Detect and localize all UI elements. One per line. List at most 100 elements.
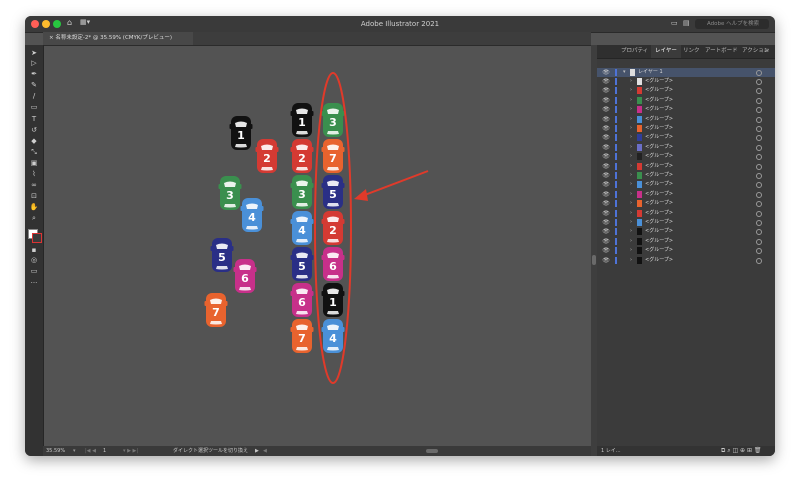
visibility-eye-icon[interactable]: 👁	[601, 190, 611, 199]
zoom-tool-icon[interactable]: ⌕	[29, 214, 39, 222]
panel-tab-2[interactable]: リンク	[679, 45, 704, 58]
stroke-color-swatch[interactable]	[32, 233, 42, 243]
layer-row-group[interactable]: 👁 › <グループ>	[597, 77, 775, 86]
expand-chevron-icon[interactable]: ›	[630, 171, 632, 180]
layer-row-group[interactable]: 👁 › <グループ>	[597, 180, 775, 189]
visibility-eye-icon[interactable]: 👁	[601, 143, 611, 152]
expand-chevron-icon[interactable]: ›	[630, 199, 632, 208]
target-circle-icon[interactable]	[756, 229, 762, 236]
layer-row-group[interactable]: 👁 › <グループ>	[597, 133, 775, 142]
panel-menu-icon[interactable]: ≡	[764, 47, 769, 54]
draw-mode-icon[interactable]: ◎	[29, 256, 39, 264]
target-circle-icon[interactable]	[756, 238, 762, 245]
document-tab[interactable]: × 名称未設定-2* @ 35.59% (CMYK/プレビュー)	[43, 32, 193, 45]
visibility-eye-icon[interactable]: 👁	[601, 227, 611, 236]
visibility-eye-icon[interactable]: 👁	[601, 199, 611, 208]
eyedropper-tool-icon[interactable]: ⌇	[29, 170, 39, 178]
gradient-tool-icon[interactable]: ▣	[29, 159, 39, 167]
panel-footer-actions-icon[interactable]: ⧉ ⌕ ◫ ⊕ ⊞ 🗑	[721, 446, 762, 456]
panel-tab-0[interactable]: プロパティ	[617, 45, 652, 58]
status-menu-icon[interactable]: ▶	[255, 446, 259, 456]
hand-tool-icon[interactable]: ✋	[29, 203, 39, 211]
visibility-eye-icon[interactable]: 👁	[601, 77, 611, 86]
visibility-eye-icon[interactable]: 👁	[601, 133, 611, 142]
expand-chevron-icon[interactable]: ›	[630, 115, 632, 124]
visibility-eye-icon[interactable]: 👁	[601, 152, 611, 161]
visibility-eye-icon[interactable]: 👁	[601, 209, 611, 218]
artboard-number[interactable]: 1	[103, 446, 106, 456]
target-circle-icon[interactable]	[756, 70, 762, 76]
target-circle-icon[interactable]	[756, 107, 762, 114]
expand-chevron-icon[interactable]: ›	[630, 152, 632, 161]
color-mode-icon[interactable]: ▪	[29, 246, 39, 254]
horizontal-scroll-left-icon[interactable]: ◀	[263, 446, 267, 456]
brush-tool-icon[interactable]: /	[29, 92, 39, 100]
target-circle-icon[interactable]	[756, 154, 762, 161]
screen-mode-icon[interactable]: ▭	[29, 267, 39, 275]
expand-chevron-icon[interactable]: ›	[630, 77, 632, 86]
help-search-input[interactable]: Adobe ヘルプを検索	[695, 19, 769, 29]
blend-tool-icon[interactable]: ∞	[29, 181, 39, 189]
visibility-eye-icon[interactable]: 👁	[601, 162, 611, 171]
layer-row-group[interactable]: 👁 › <グループ>	[597, 96, 775, 105]
target-circle-icon[interactable]	[756, 97, 762, 104]
scale-tool-icon[interactable]: ⤡	[29, 148, 39, 156]
expand-chevron-icon[interactable]: ›	[630, 209, 632, 218]
curvature-tool-icon[interactable]: ✎	[29, 81, 39, 89]
layer-row-group[interactable]: 👁 › <グループ>	[597, 256, 775, 265]
panel-tab-1[interactable]: レイヤー	[651, 45, 681, 58]
horizontal-scroll-thumb[interactable]	[426, 449, 438, 453]
layer-row-group[interactable]: 👁 › <グループ>	[597, 246, 775, 255]
target-circle-icon[interactable]	[756, 135, 762, 142]
zoom-level[interactable]: 35.59%	[46, 446, 65, 456]
layer-row-group[interactable]: 👁 › <グループ>	[597, 190, 775, 199]
layer-row-main[interactable]: 👁 ▾ レイヤー 1	[597, 68, 775, 77]
visibility-eye-icon[interactable]: 👁	[601, 237, 611, 246]
scroll-thumb[interactable]	[592, 255, 596, 265]
target-circle-icon[interactable]	[756, 191, 762, 198]
layer-row-group[interactable]: 👁 › <グループ>	[597, 115, 775, 124]
expand-chevron-icon[interactable]: ›	[630, 180, 632, 189]
layer-row-group[interactable]: 👁 › <グループ>	[597, 237, 775, 246]
target-circle-icon[interactable]	[756, 220, 762, 226]
expand-chevron-icon[interactable]: ›	[630, 246, 632, 255]
target-circle-icon[interactable]	[756, 126, 762, 132]
expand-chevron-icon[interactable]: ›	[630, 256, 632, 265]
visibility-eye-icon[interactable]: 👁	[601, 96, 611, 105]
target-circle-icon[interactable]	[756, 163, 762, 170]
expand-chevron-icon[interactable]: ›	[630, 218, 632, 227]
type-tool-icon[interactable]: T	[29, 115, 39, 123]
target-circle-icon[interactable]	[756, 79, 762, 85]
layer-row-group[interactable]: 👁 › <グループ>	[597, 124, 775, 133]
expand-chevron-icon[interactable]: ▾	[623, 68, 626, 77]
selection-tool-icon[interactable]: ➤	[29, 49, 39, 57]
visibility-eye-icon[interactable]: 👁	[601, 68, 611, 77]
target-circle-icon[interactable]	[756, 201, 762, 208]
expand-chevron-icon[interactable]: ›	[630, 190, 632, 199]
rotate-tool-icon[interactable]: ↺	[29, 126, 39, 134]
target-circle-icon[interactable]	[756, 210, 762, 217]
layer-row-group[interactable]: 👁 › <グループ>	[597, 227, 775, 236]
pen-tool-icon[interactable]: ✒	[29, 70, 39, 78]
artboard-tool-icon[interactable]: ⊡	[29, 192, 39, 200]
panel-tab-3[interactable]: アートボード	[701, 45, 742, 58]
target-circle-icon[interactable]	[756, 116, 762, 123]
target-circle-icon[interactable]	[756, 257, 762, 264]
layer-row-group[interactable]: 👁 › <グループ>	[597, 105, 775, 114]
expand-chevron-icon[interactable]: ›	[630, 133, 632, 142]
visibility-eye-icon[interactable]: 👁	[601, 171, 611, 180]
next-artboard-icon[interactable]: ▾ ▶ ▶|	[123, 446, 138, 456]
target-circle-icon[interactable]	[756, 173, 762, 179]
layer-row-group[interactable]: 👁 › <グループ>	[597, 171, 775, 180]
layer-row-group[interactable]: 👁 › <グループ>	[597, 143, 775, 152]
layer-row-group[interactable]: 👁 › <グループ>	[597, 86, 775, 95]
expand-chevron-icon[interactable]: ›	[630, 162, 632, 171]
expand-chevron-icon[interactable]: ›	[630, 105, 632, 114]
expand-chevron-icon[interactable]: ›	[630, 96, 632, 105]
expand-chevron-icon[interactable]: ›	[630, 237, 632, 246]
visibility-eye-icon[interactable]: 👁	[601, 105, 611, 114]
rectangle-tool-icon[interactable]: ▭	[29, 103, 39, 111]
expand-chevron-icon[interactable]: ›	[630, 124, 632, 133]
visibility-eye-icon[interactable]: 👁	[601, 180, 611, 189]
expand-chevron-icon[interactable]: ›	[630, 143, 632, 152]
